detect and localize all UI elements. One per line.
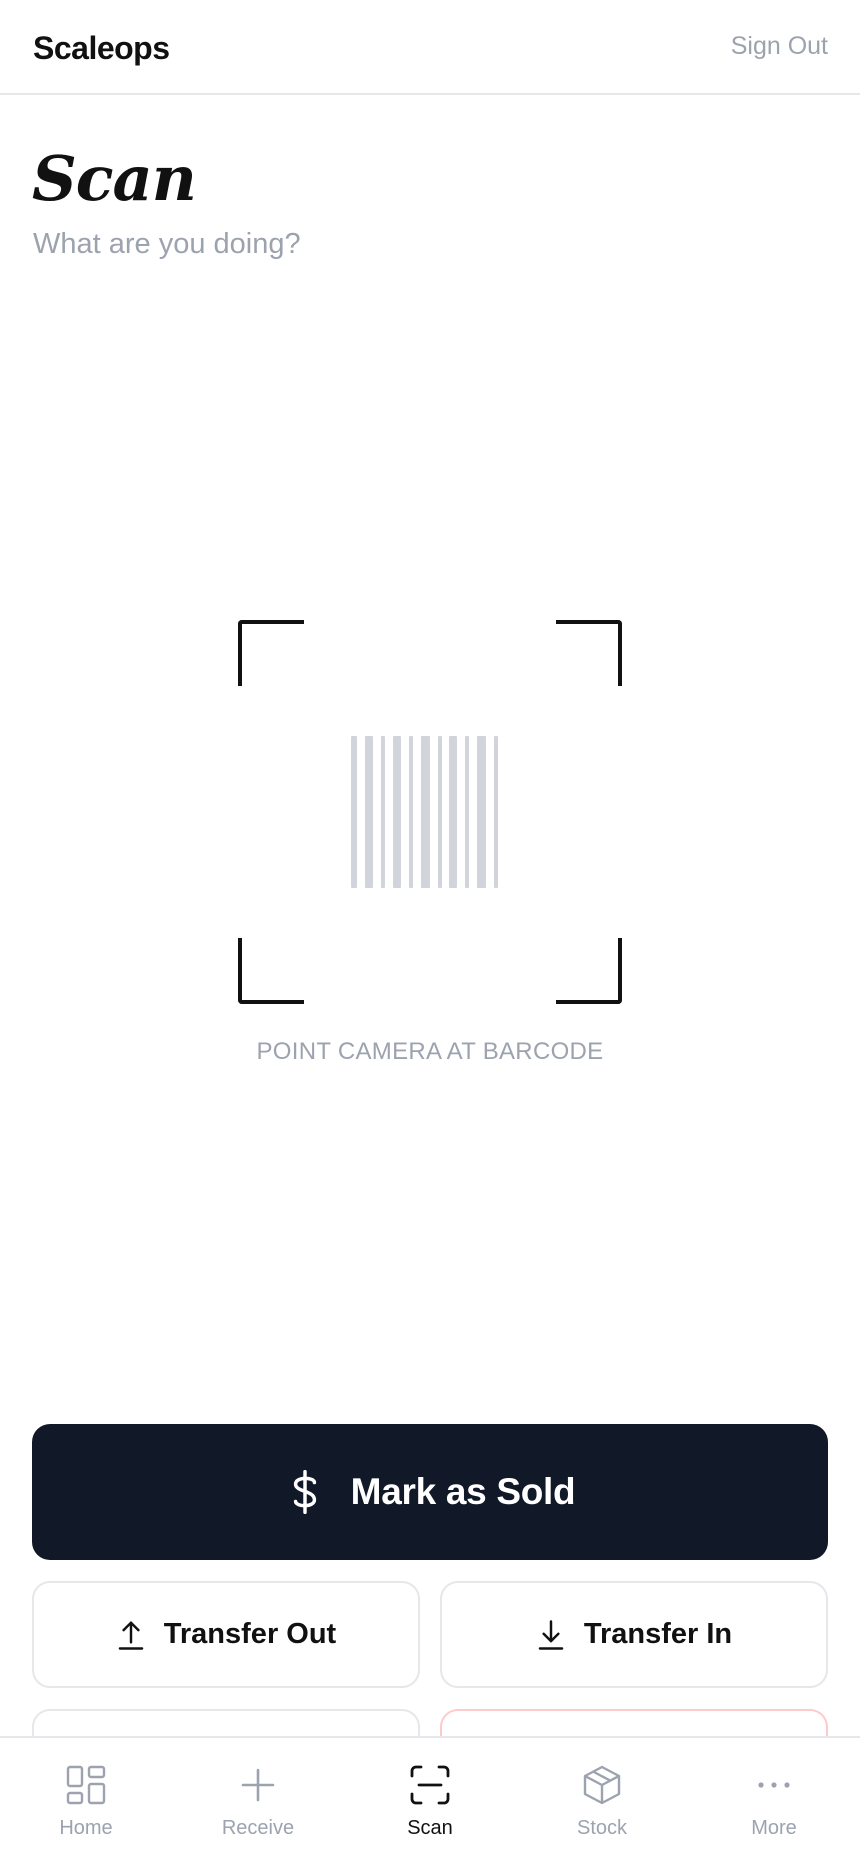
arrow-down-icon — [538, 1619, 564, 1650]
nav-item-scan[interactable]: Scan — [344, 1738, 516, 1864]
transfer-in-label: Transfer In — [583, 1618, 733, 1650]
page-subtitle: What are you doing? — [33, 228, 301, 260]
box-icon — [583, 1765, 621, 1805]
plus-icon — [241, 1768, 275, 1802]
dollar-icon — [293, 1470, 316, 1514]
nav-label-scan: Scan — [407, 1817, 453, 1839]
sign-out-button[interactable]: Sign Out — [731, 32, 828, 61]
frame-corner-bottom-right — [556, 938, 622, 1004]
nav-item-receive[interactable]: Receive — [172, 1738, 344, 1864]
grid-icon — [66, 1765, 106, 1805]
barcode-scanner-frame[interactable] — [238, 620, 622, 1004]
frame-corner-bottom-left — [238, 938, 304, 1004]
scan-hint-text: POINT CAMERA AT BARCODE — [256, 1038, 604, 1065]
arrow-up-icon — [118, 1620, 144, 1650]
nav-item-home[interactable]: Home — [0, 1738, 172, 1864]
brand-logo: Scaleops — [33, 30, 170, 66]
nav-label-more: More — [751, 1817, 797, 1839]
mark-as-sold-label: Mark as Sold — [350, 1471, 576, 1512]
scan-screen: Scaleops Sign Out Scan What are you doin… — [0, 0, 860, 1864]
frame-corner-top-left — [238, 620, 304, 686]
nav-label-home: Home — [59, 1817, 113, 1839]
mark-as-sold-button[interactable]: Mark as Sold — [32, 1424, 828, 1560]
app-header: Scaleops Sign Out — [0, 0, 860, 95]
nav-item-stock[interactable]: Stock — [516, 1738, 688, 1864]
nav-item-more[interactable]: More — [688, 1738, 860, 1864]
barcode-icon — [351, 736, 511, 888]
transfer-in-button[interactable]: Transfer In — [440, 1581, 828, 1688]
scan-icon — [410, 1765, 450, 1805]
nav-label-stock: Stock — [576, 1817, 628, 1839]
more-icon — [758, 1782, 790, 1788]
transfer-out-label: Transfer Out — [163, 1618, 337, 1650]
frame-corner-top-right — [556, 620, 622, 686]
transfer-out-button[interactable]: Transfer Out — [32, 1581, 420, 1688]
nav-label-receive: Receive — [221, 1817, 295, 1839]
page-title: Scan — [32, 142, 197, 215]
bottom-nav: Home Receive Scan Stock More — [0, 1736, 860, 1864]
